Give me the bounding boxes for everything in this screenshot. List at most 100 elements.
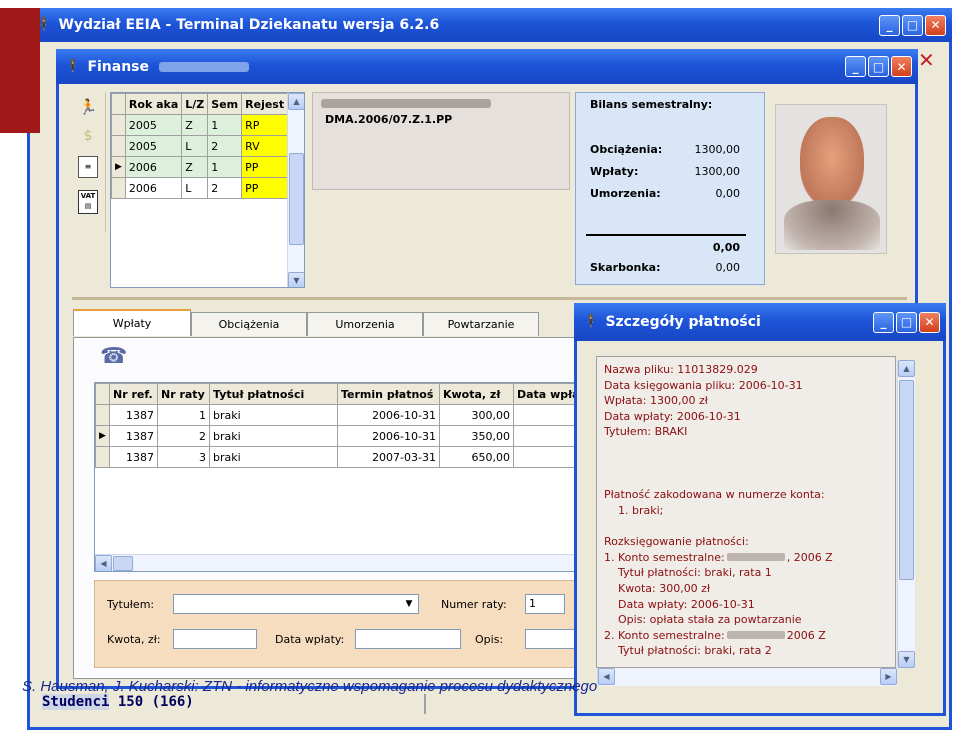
data-wplaty-input[interactable] (355, 629, 461, 649)
numer-raty-label: Numer raty: (441, 598, 507, 611)
tab-umorzenia[interactable]: Umorzenia (307, 312, 423, 336)
tab-obciazenia[interactable]: Obciążenia (191, 312, 307, 336)
photo-head (800, 117, 864, 207)
details-maximize-button[interactable]: □ (896, 311, 917, 333)
finanse-icon: 🕴 (64, 58, 82, 75)
scroll-up-icon[interactable]: ▲ (288, 93, 304, 110)
row-pointer-icon: ▶ (111, 156, 126, 178)
bilans-divider (586, 234, 746, 236)
vat-icon[interactable]: VAT ▤ (78, 190, 98, 214)
redacted-name (159, 61, 250, 72)
details-title: Szczegóły płatności (605, 314, 761, 330)
details-minimize-button[interactable]: _ (873, 311, 894, 333)
details-scroll-thumb[interactable] (899, 380, 914, 580)
col-rok[interactable]: Rok aka (124, 93, 183, 115)
panel-divider (72, 297, 907, 300)
grid-corner (111, 93, 126, 115)
bilans-panel: Bilans semestralny: Obciążenia: 1300,00 … (575, 92, 765, 285)
main-close-icon-right[interactable]: ✕ (918, 48, 935, 72)
col-lz[interactable]: L/Z (181, 93, 209, 115)
table-row[interactable]: 2005 Z 1 RP (111, 114, 289, 136)
main-close-button[interactable]: ✕ (925, 14, 946, 36)
tab-bar: Wpłaty Obciążenia Umorzenia Powtarzanie (73, 309, 578, 338)
details-close-button[interactable]: ✕ (919, 311, 940, 333)
footer-caption: S. Hausman, J. Kucharski: ZTN - informat… (22, 678, 598, 695)
details-hscrollbar[interactable]: ◀ ▶ (597, 668, 897, 686)
finanse-titlebar[interactable]: 🕴 Finanse _ □ ✕ (56, 49, 918, 84)
table-row-selected[interactable]: ▶ 1387 2 braki 2006-10-31 350,00 20 (95, 425, 577, 447)
details-content: Nazwa pliku: 11013829.029 Data księgowan… (596, 356, 896, 668)
document-icon[interactable]: ≡ (78, 156, 98, 178)
payments-hscrollbar[interactable]: ◀ (95, 554, 577, 571)
redacted-account (726, 552, 785, 561)
umorzenia-value: 0,00 (715, 187, 741, 200)
col-nr-ref[interactable]: Nr ref. (109, 383, 158, 405)
main-minimize-button[interactable]: _ (879, 14, 900, 36)
scroll-down-icon[interactable]: ▼ (898, 651, 915, 668)
col-nr-raty[interactable]: Nr raty (157, 383, 210, 405)
phone-person-icon[interactable]: ☎ (100, 344, 130, 378)
kwota-input[interactable] (173, 629, 257, 649)
status-count: 150 (166) (117, 694, 194, 710)
opis-label: Opis: (475, 633, 504, 646)
table-row-selected[interactable]: ▶ 2006 Z 1 PP (111, 156, 289, 178)
redacted-account (726, 630, 785, 639)
kwota-label: Kwota, zł: (107, 633, 161, 646)
bilans-total: 0,00 (712, 241, 740, 254)
scroll-thumb[interactable] (289, 153, 304, 245)
finanse-minimize-button[interactable]: _ (845, 56, 866, 77)
scroll-left-icon[interactable]: ◀ (95, 555, 112, 571)
col-rejest[interactable]: Rejest (241, 93, 289, 115)
skarbonka-label: Skarbonka: (590, 261, 661, 274)
scroll-left-icon[interactable]: ◀ (598, 668, 615, 685)
finanse-toolbar: 🏃 $ ≡ VAT ▤ (70, 92, 106, 232)
tytul-label: Tytułem: (107, 598, 155, 611)
scroll-right-icon[interactable]: ▶ (880, 668, 897, 685)
col-termin[interactable]: Termin płatnoś (337, 383, 440, 405)
table-row[interactable]: 2005 L 2 RV (111, 135, 289, 157)
umorzenia-label: Umorzenia: (590, 187, 661, 200)
details-icon: 🕴 (582, 314, 600, 330)
photo-shoulders (784, 200, 880, 250)
dollar-icon[interactable]: $ (78, 128, 98, 148)
student-photo (775, 104, 887, 254)
details-scrollbar[interactable]: ▲ ▼ (897, 360, 915, 668)
table-row[interactable]: 1387 1 braki 2006-10-31 300,00 20 (95, 404, 577, 426)
tytul-select[interactable]: ▼ (173, 594, 419, 614)
main-maximize-button[interactable]: □ (902, 14, 923, 36)
status-bar: Studenci 150 (166) (42, 694, 422, 718)
table-row[interactable]: 2006 L 2 PP (111, 177, 289, 199)
status-label: Studenci (42, 694, 110, 710)
opis-input[interactable] (525, 629, 577, 649)
finanse-close-button[interactable]: ✕ (891, 56, 912, 77)
table-row[interactable]: 1387 3 braki 2007-03-31 650,00 20 (95, 446, 577, 468)
semesters-grid: Rok aka L/Z Sem Rejest 2005 Z 1 RP 2005 … (110, 92, 305, 288)
numer-raty-input[interactable]: 1 (525, 594, 565, 614)
scroll-down-icon[interactable]: ▼ (288, 272, 304, 287)
col-kwota[interactable]: Kwota, zł (439, 383, 514, 405)
info-panel: DMA.2006/07.Z.1.PP (312, 92, 570, 190)
obciazenia-value: 1300,00 (694, 143, 741, 156)
redacted-student-id (321, 99, 491, 108)
tab-wplaty[interactable]: Wpłaty (73, 309, 191, 336)
main-window-titlebar[interactable]: 🕴 Wydział EEIA - Terminal Dziekanatu wer… (27, 8, 952, 42)
finanse-maximize-button[interactable]: □ (868, 56, 889, 77)
col-tytul[interactable]: Tytuł płatności (209, 383, 338, 405)
wplaty-label: Wpłaty: (590, 165, 639, 178)
payment-form: Tytułem: ▼ Numer raty: 1 Kwota, zł: Data… (94, 580, 578, 668)
wplaty-value: 1300,00 (694, 165, 741, 178)
scroll-up-icon[interactable]: ▲ (898, 360, 915, 377)
skarbonka-value: 0,00 (715, 261, 741, 274)
tab-powtarzanie[interactable]: Powtarzanie (423, 312, 539, 336)
col-data-wplaty[interactable]: Data wpła (513, 383, 577, 405)
details-titlebar[interactable]: 🕴 Szczegóły płatności _ □ ✕ (574, 303, 946, 341)
row-pointer-icon: ▶ (95, 425, 110, 447)
hscroll-thumb[interactable] (113, 556, 133, 571)
runner-icon[interactable]: 🏃 (78, 98, 98, 118)
dropdown-arrow-icon[interactable]: ▼ (400, 595, 418, 613)
col-sem[interactable]: Sem (207, 93, 243, 115)
finanse-title: Finanse (87, 58, 150, 75)
obciazenia-label: Obciążenia: (590, 143, 663, 156)
semesters-scrollbar[interactable]: ▲ ▼ (287, 93, 304, 287)
status-divider (424, 694, 426, 714)
